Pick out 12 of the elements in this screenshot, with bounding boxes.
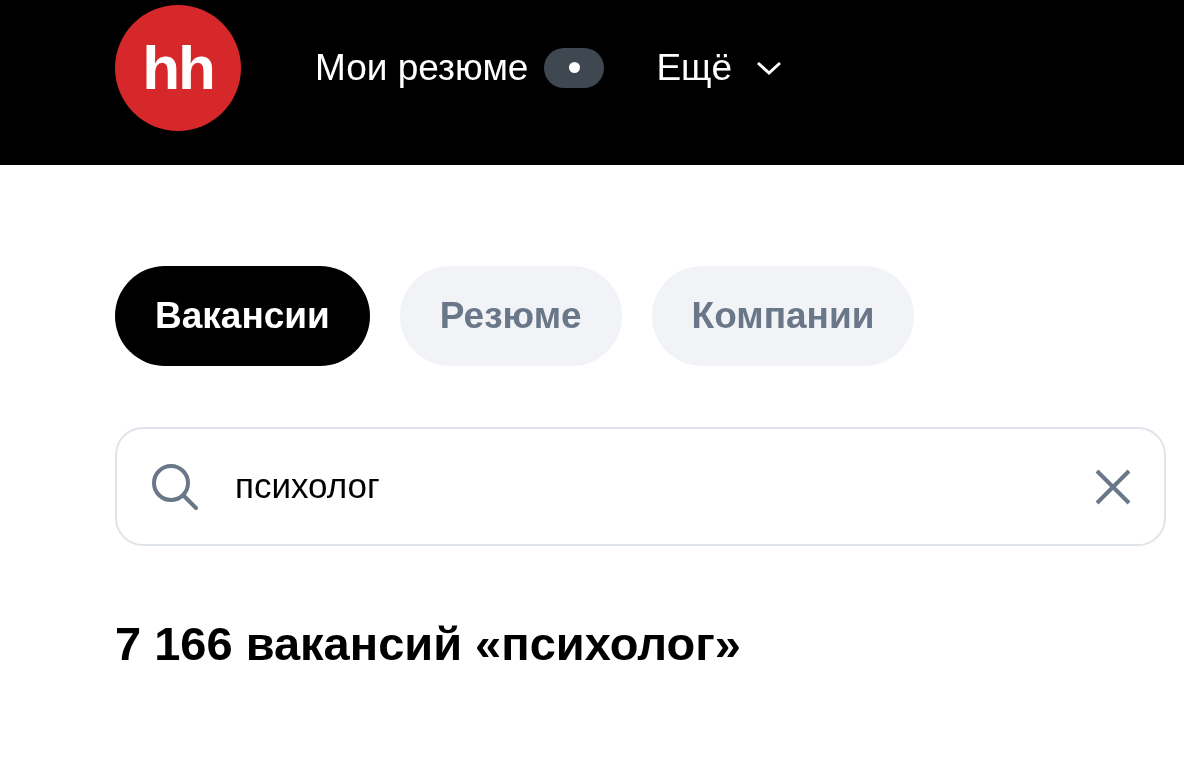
dot-badge-icon xyxy=(544,47,605,88)
search-tab[interactable]: Вакансии xyxy=(115,266,370,366)
nav-link[interactable]: Ещё xyxy=(656,39,783,96)
nav-link[interactable]: Мои резюме xyxy=(315,39,605,96)
chevron-down-icon xyxy=(756,59,783,76)
logo[interactable]: hh xyxy=(115,4,241,131)
close-icon[interactable] xyxy=(1094,467,1132,506)
search-tab[interactable]: Компании xyxy=(651,266,915,366)
search-value: психолог xyxy=(235,465,381,508)
search-field[interactable]: психолог xyxy=(115,427,1166,546)
search-tab[interactable]: Резюме xyxy=(399,266,622,366)
results-heading: 7 166 вакансий «психолог» xyxy=(115,620,742,667)
